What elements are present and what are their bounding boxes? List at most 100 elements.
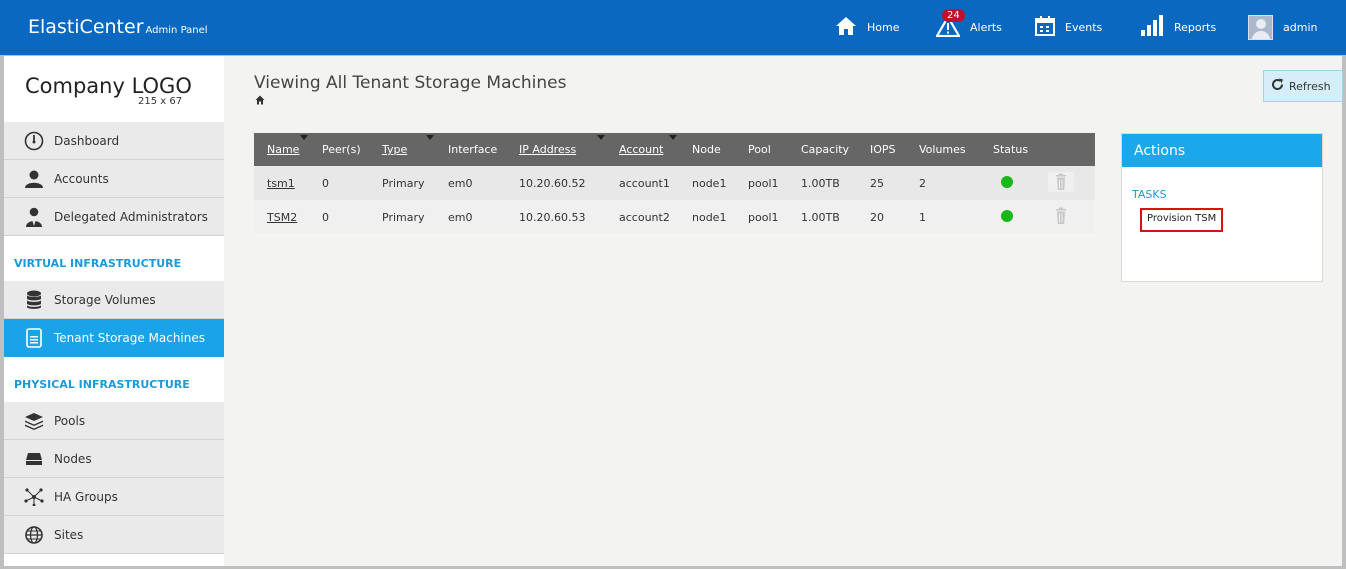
page-title: Viewing All Tenant Storage Machines <box>254 73 567 93</box>
column-header-name[interactable]: Name <box>254 133 322 166</box>
cell-type: Primary <box>382 166 448 200</box>
column-header-label: IOPS <box>870 143 896 156</box>
trash-icon <box>1056 173 1066 190</box>
sidebar-item-label: Dashboard <box>54 133 120 148</box>
server-icon <box>24 327 44 348</box>
brand-title: ElastiCenter <box>28 16 144 38</box>
section-virtual-infrastructure: VIRTUAL INFRASTRUCTURE <box>4 236 224 281</box>
status-online-indicator <box>1001 209 1013 222</box>
status-online-indicator <box>1001 175 1013 188</box>
calendar-icon <box>1035 15 1055 39</box>
layers-icon <box>24 411 44 431</box>
cell-interface: em0 <box>448 166 519 200</box>
column-header-type[interactable]: Type <box>382 133 448 166</box>
sidebar-item-ha-groups[interactable]: HA Groups <box>4 478 224 516</box>
nav-home[interactable]: Home <box>835 12 899 42</box>
nav-events-label: Events <box>1065 20 1103 34</box>
sidebar-item-dashboard[interactable]: Dashboard <box>4 122 224 160</box>
nav-reports-label: Reports <box>1174 20 1217 34</box>
nav-alerts-label: Alerts <box>970 20 1002 34</box>
cell-iops: 20 <box>870 200 919 234</box>
trash-icon <box>1056 207 1066 224</box>
cell-account: account1 <box>619 166 692 200</box>
tasks-label: TASKS <box>1132 188 1167 201</box>
sidebar-item-label: Sites <box>54 527 84 542</box>
sidebar-item-delegated-administrators[interactable]: Delegated Administrators <box>4 198 224 236</box>
column-header-label: IP Address <box>519 143 577 156</box>
table-header-row: Name Peer(s) Type Interface IP Address A… <box>254 133 1095 166</box>
user-icon <box>24 169 44 189</box>
cell-status <box>993 166 1048 200</box>
cell-volumes: 2 <box>919 166 993 200</box>
cell-name: TSM2 <box>254 200 322 234</box>
cell-type: Primary <box>382 200 448 234</box>
home-icon <box>835 16 857 39</box>
cell-status <box>993 200 1048 234</box>
sidebar-item-accounts[interactable]: Accounts <box>4 160 224 198</box>
column-header-label: Peer(s) <box>322 143 361 156</box>
nav-user-menu[interactable]: admin <box>1248 12 1317 42</box>
nav-home-label: Home <box>867 20 900 34</box>
column-header-node: Node <box>692 133 748 166</box>
tsm-table: Name Peer(s) Type Interface IP Address A… <box>254 133 1095 234</box>
column-header-volumes: Volumes <box>919 133 993 166</box>
column-header-label: Status <box>993 143 1029 156</box>
refresh-icon <box>1271 78 1284 95</box>
sidebar-item-label: Storage Volumes <box>54 292 156 307</box>
logo-dimensions: 215 x 67 <box>138 96 183 107</box>
column-header-label: Account <box>619 143 664 156</box>
logo-title: Company LOGO <box>25 74 192 98</box>
cell-capacity: 1.00TB <box>801 166 870 200</box>
nav-alerts[interactable]: 24 Alerts <box>935 8 1002 42</box>
tsm-name-link[interactable]: TSM2 <box>267 211 297 224</box>
nav-reports[interactable]: Reports <box>1140 12 1216 42</box>
main-content: Viewing All Tenant Storage Machines Refr… <box>224 56 1343 566</box>
cell-pool: pool1 <box>748 166 801 200</box>
sort-caret-icon <box>426 135 434 140</box>
cell-name: tsm1 <box>254 166 322 200</box>
sidebar-item-sites[interactable]: Sites <box>4 516 224 554</box>
breadcrumb-home-icon[interactable] <box>255 94 265 105</box>
table-row: tsm1 0 Primary em0 10.20.60.52 account1 … <box>254 166 1095 200</box>
column-header-iops: IOPS <box>870 133 919 166</box>
column-header-label: Pool <box>748 143 771 156</box>
cell-pool: pool1 <box>748 200 801 234</box>
table-row: TSM2 0 Primary em0 10.20.60.53 account2 … <box>254 200 1095 234</box>
cell-node: node1 <box>692 200 748 234</box>
actions-title: Actions <box>1122 134 1322 167</box>
refresh-button[interactable]: Refresh <box>1263 70 1343 102</box>
cell-peers: 0 <box>322 200 382 234</box>
tsm-name-link[interactable]: tsm1 <box>267 177 295 190</box>
sidebar-item-label: Nodes <box>54 451 92 466</box>
nav-events[interactable]: Events <box>1035 12 1102 42</box>
sidebar-item-pools[interactable]: Pools <box>4 402 224 440</box>
delete-button[interactable] <box>1048 205 1074 226</box>
company-logo: Company LOGO 215 x 67 <box>4 56 224 122</box>
alert-icon: 24 <box>935 8 965 40</box>
sidebar-item-label: Pools <box>54 413 86 428</box>
database-icon <box>24 290 44 310</box>
sidebar-item-storage-volumes[interactable]: Storage Volumes <box>4 281 224 319</box>
nav-user-label: admin <box>1283 20 1318 34</box>
column-header-label: Volumes <box>919 143 966 156</box>
column-header-ip-address[interactable]: IP Address <box>519 133 619 166</box>
globe-icon <box>24 525 44 545</box>
cell-interface: em0 <box>448 200 519 234</box>
brand-subtitle: Admin Panel <box>145 25 208 36</box>
section-physical-infrastructure: PHYSICAL INFRASTRUCTURE <box>4 357 224 402</box>
cell-node: node1 <box>692 166 748 200</box>
sidebar-item-nodes[interactable]: Nodes <box>4 440 224 478</box>
sidebar-item-tenant-storage-machines[interactable]: Tenant Storage Machines <box>4 319 244 357</box>
column-header-status: Status <box>993 133 1048 166</box>
column-header-label: Name <box>267 143 300 156</box>
brand[interactable]: ElastiCenter Admin Panel <box>28 16 208 38</box>
column-header-pool: Pool <box>748 133 801 166</box>
column-header-actions <box>1048 133 1095 166</box>
cell-ip-address: 10.20.60.53 <box>519 200 619 234</box>
sidebar-item-label: HA Groups <box>54 489 118 504</box>
provision-tsm-button[interactable]: Provision TSM <box>1140 208 1224 232</box>
column-header-account[interactable]: Account <box>619 133 692 166</box>
delete-button[interactable] <box>1048 171 1074 192</box>
cell-account: account2 <box>619 200 692 234</box>
sort-caret-icon <box>669 135 677 140</box>
